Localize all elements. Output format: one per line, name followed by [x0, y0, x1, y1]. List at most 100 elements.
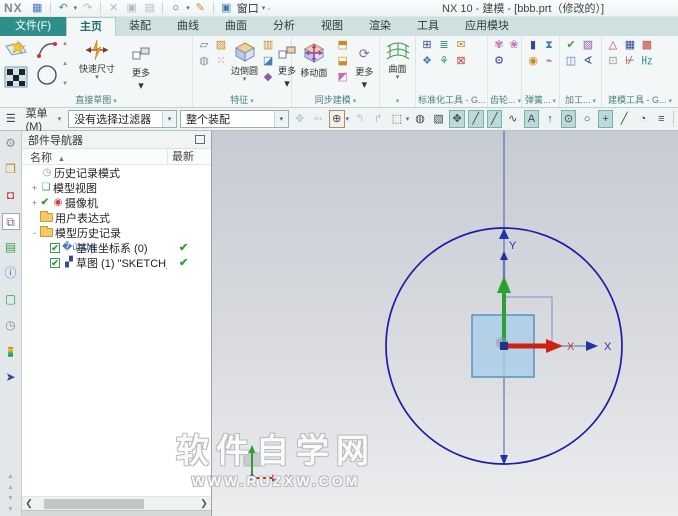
fixture-icon[interactable]: ◫ — [563, 54, 579, 69]
origin-point[interactable] — [500, 342, 508, 350]
group-label-modeling-tools[interactable]: 建模工具 - G... — [602, 94, 678, 107]
curve-list-icon[interactable]: ≡ — [654, 110, 670, 128]
tab-view[interactable]: 视图 — [308, 17, 356, 36]
part-navigator-icon[interactable]: ⧉ — [1, 213, 20, 230]
checkbox-checked[interactable]: ✔ — [50, 257, 60, 268]
point-on-face-snap-icon[interactable]: ◔ — [635, 110, 651, 128]
copy-icon[interactable]: ▣ — [124, 1, 139, 15]
export-icon[interactable]: ⊠ — [453, 54, 469, 69]
replace-icon[interactable]: ⚘ — [436, 54, 452, 69]
selection-scope-combo[interactable]: 整个装配 ▾ — [180, 110, 289, 128]
web-browser-icon[interactable]: ⓘ — [2, 265, 20, 282]
resource-bar-scroll[interactable]: ▲ ▲ ▼ ▼ — [7, 473, 14, 516]
brush-icon[interactable]: ✎ — [193, 1, 208, 15]
stock-icon[interactable]: ▨ — [580, 38, 596, 53]
hole-icon[interactable]: ◍ — [196, 54, 212, 69]
tree-row-user-expressions[interactable]: 用户表达式 — [22, 210, 211, 225]
tab-application[interactable]: 应用模块 — [452, 17, 522, 36]
tree-row-cameras[interactable]: + ✔ ◉ 摄像机 — [22, 195, 211, 210]
triangle-tool-icon[interactable]: △ — [605, 38, 621, 53]
circle-dropdown-icon[interactable]: ▾ — [186, 4, 190, 12]
ratio-icon[interactable]: ㎐ — [639, 54, 655, 69]
tree-row-datum-csys[interactable]: ✔ �únde; 基准坐标系 (0) ✔ — [22, 240, 211, 255]
sketch-icon[interactable] — [3, 38, 29, 64]
assembly-constraints-icon[interactable]: ✥ — [292, 110, 308, 128]
gear-pair-icon[interactable]: ⚙ — [491, 54, 507, 69]
quadrant-snap-icon[interactable]: ⊙ — [560, 110, 577, 128]
shaded-sphere-icon[interactable]: ◍ — [412, 110, 428, 128]
expander-icon[interactable]: + — [30, 183, 39, 193]
setup-icon[interactable]: ∢ — [580, 54, 596, 69]
part-family-icon[interactable]: ≣ — [436, 38, 452, 53]
scrollbar-track[interactable] — [36, 498, 197, 510]
check-part-icon[interactable]: ✔ — [563, 38, 579, 53]
circle-icon[interactable] — [35, 63, 59, 87]
move-component-icon[interactable]: ➳ — [310, 110, 326, 128]
group-label-machining[interactable]: 加工... — [560, 94, 601, 107]
scroll-left-icon[interactable]: ❮ — [22, 498, 36, 509]
frame-icon[interactable]: ⊡ — [605, 54, 621, 69]
cylinder-gear-icon[interactable]: ✾ — [491, 38, 507, 53]
direct-sketch-more-button[interactable]: 更多 ▾ — [125, 38, 157, 92]
circle-center-snap-icon[interactable]: ○ — [579, 110, 595, 128]
tree-row-sketch[interactable]: ✔ ▞ 草图 (1) "SKETCH_... ✔ — [22, 255, 211, 270]
hook-spring-icon[interactable]: ⌁ — [541, 54, 557, 69]
arc-center-snap-icon[interactable]: ↑ — [542, 110, 558, 128]
midpoint-snap-icon[interactable]: ╱ — [486, 110, 503, 128]
bevel-gear-icon[interactable]: ❀ — [506, 38, 522, 53]
undo-icon[interactable]: ↶ — [56, 1, 71, 15]
surface-button[interactable]: 曲面 ▾ — [383, 38, 412, 81]
column-latest[interactable]: 最新 — [167, 149, 211, 164]
undo-selection-icon[interactable]: ↰ — [352, 110, 368, 128]
roles-gear-icon[interactable]: ⚙ — [2, 135, 20, 152]
snap-point-icon[interactable]: ✥ — [449, 110, 465, 128]
redo-icon[interactable]: ↷ — [80, 1, 95, 15]
profile-icon[interactable] — [35, 38, 59, 62]
group-label-sync-modeling[interactable]: 同步建模 — [292, 94, 379, 107]
reuse-library-icon[interactable]: ▤ — [2, 239, 20, 256]
pattern-icon[interactable]: ⁙ — [213, 54, 229, 69]
format-dim-icon[interactable]: ⊞ — [419, 38, 435, 53]
marquee-select-icon[interactable]: ⬚ — [389, 110, 405, 128]
tree-row-history-mode[interactable]: ◷ 历史记录模式 — [22, 165, 211, 180]
finish-sketch-icon[interactable] — [3, 65, 29, 89]
cut-icon[interactable]: ✕ — [106, 1, 121, 15]
tab-render[interactable]: 渲染 — [356, 17, 404, 36]
menu-icon[interactable]: ☰ — [3, 110, 19, 128]
circle-tool-icon[interactable]: ○ — [168, 1, 183, 15]
scroll-right-icon[interactable]: ❯ — [197, 498, 211, 509]
panel-pin-icon[interactable] — [195, 135, 205, 144]
panel-horizontal-scrollbar[interactable]: ❮ ❯ — [22, 496, 211, 510]
edge-blend-button[interactable]: 边倒圆 ▾ — [231, 38, 258, 83]
work-cube-icon[interactable]: ▧ — [431, 110, 447, 128]
leaf-spring-icon[interactable]: ⧗ — [541, 38, 557, 53]
window-icon[interactable]: ▣ — [219, 1, 234, 15]
menu-button[interactable]: 菜单(M) ▾ — [22, 108, 66, 133]
note-icon[interactable]: ✉ — [453, 38, 469, 53]
grid-b-icon[interactable]: ▩ — [639, 38, 655, 53]
draft-icon[interactable]: ◆ — [260, 70, 276, 85]
selection-filter-combo[interactable]: 没有选择过滤器 ▾ — [68, 110, 178, 128]
move-face-button[interactable]: 移动面 — [295, 38, 333, 79]
window-menu-label[interactable]: 窗口 — [237, 0, 259, 16]
scrollbar-thumb[interactable] — [44, 498, 144, 509]
constraint-navigator-icon[interactable]: ◘ — [2, 187, 20, 204]
column-name[interactable]: 名称 ▲ — [22, 149, 167, 165]
intersection-snap-icon[interactable]: A — [523, 110, 540, 128]
delete-face-icon[interactable]: ◩ — [335, 70, 351, 85]
grid-a-icon[interactable]: ▦ — [622, 38, 638, 53]
tab-analysis[interactable]: 分析 — [260, 17, 308, 36]
graphics-window[interactable]: Y X X X — [212, 131, 678, 516]
tab-home[interactable]: 主页 — [66, 17, 117, 36]
extrude-icon[interactable]: ▧ — [213, 38, 229, 53]
attribute-icon[interactable]: ❖ — [419, 54, 435, 69]
tab-file[interactable]: 文件(F) — [0, 17, 67, 36]
window-dropdown-icon[interactable]: ▾ ₌ — [262, 4, 271, 12]
expander-icon[interactable]: - — [30, 228, 39, 238]
find-in-window-icon[interactable]: ⊕ — [328, 110, 345, 128]
existing-point-snap-icon[interactable]: + — [597, 110, 614, 128]
tab-surface[interactable]: 曲面 — [212, 17, 260, 36]
datum-plane-icon[interactable]: ▱ — [196, 38, 212, 53]
rapid-dimension-button[interactable]: 快速尺寸 ▾ — [71, 38, 123, 81]
group-label-gear[interactable]: 齿轮... — [488, 94, 521, 107]
